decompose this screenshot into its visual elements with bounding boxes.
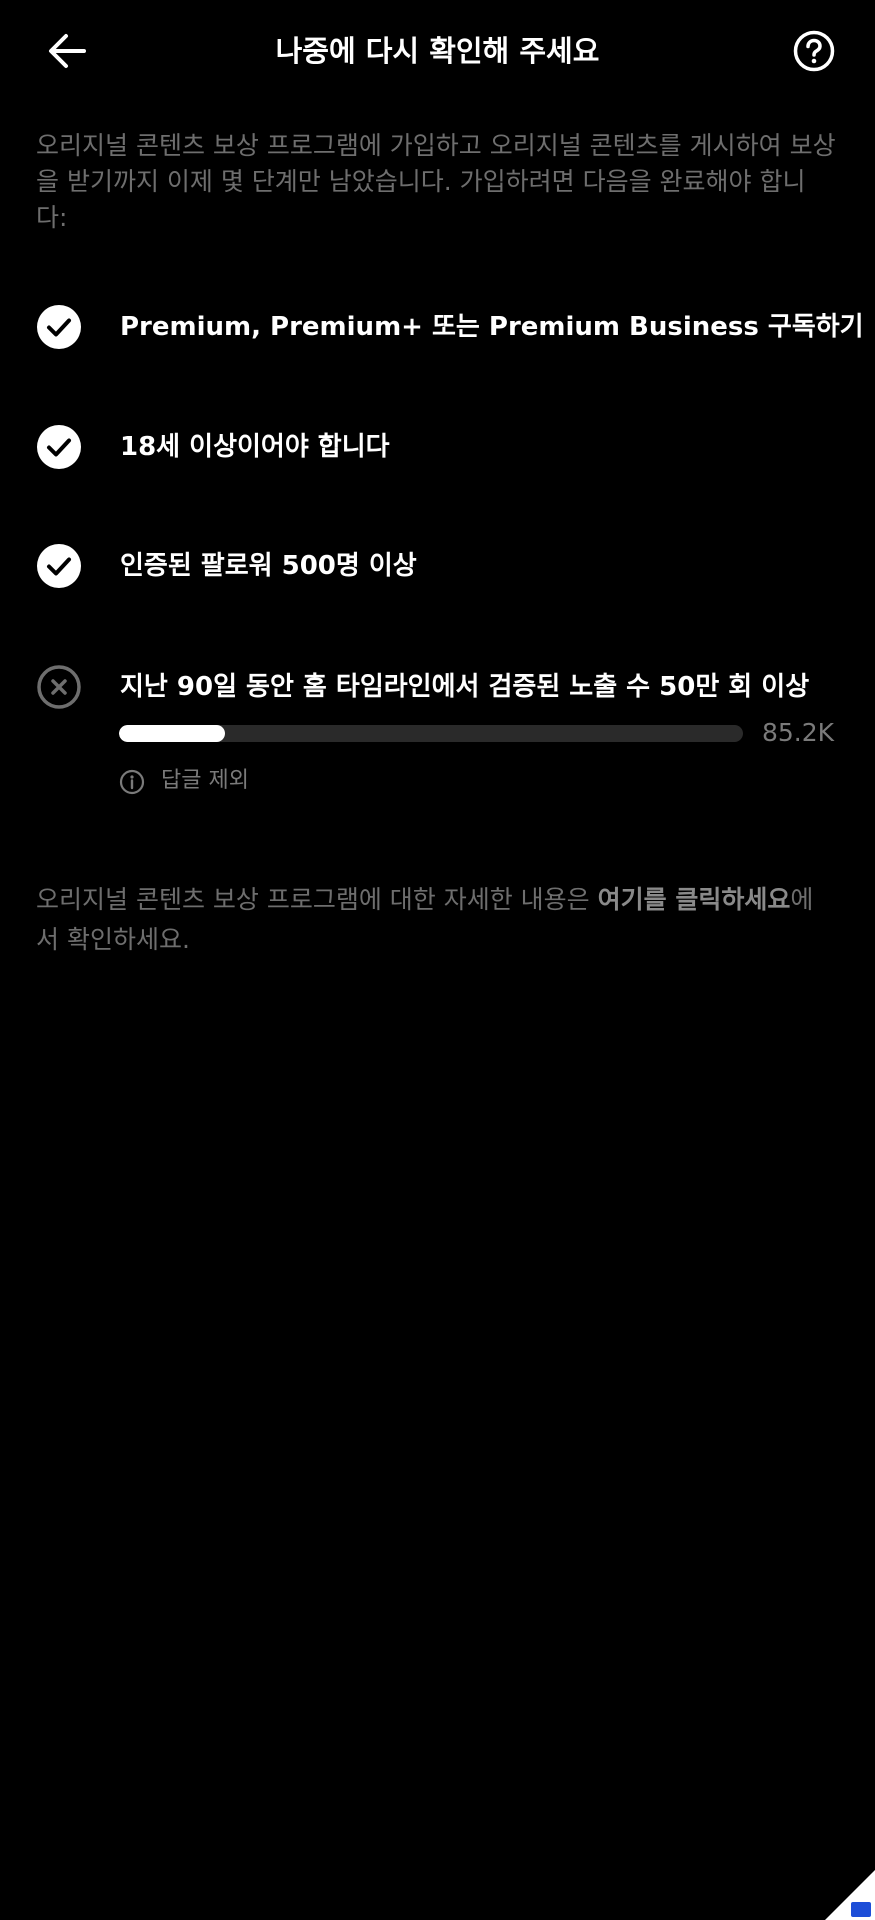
- intro-text: 오리지널 콘텐츠 보상 프로그램에 가입하고 오리지널 콘텐츠를 게시하여 보상…: [36, 131, 836, 232]
- progress-bar: [119, 725, 743, 742]
- info-icon: [119, 769, 145, 795]
- corner-badge: [825, 1870, 875, 1920]
- check-circle-icon: [37, 425, 81, 469]
- check-circle-icon: [37, 305, 81, 349]
- requirement-label: 18세 이상이어야 합니다: [120, 432, 390, 462]
- requirement-label: 지난 90일 동안 홈 타임라인에서 검증된 노출 수 50만 회 이상: [120, 672, 810, 702]
- requirement-label: Premium, Premium+ 또는 Premium Business 구독…: [120, 312, 864, 342]
- requirement-label: 인증된 팔로워 500명 이상: [120, 551, 417, 581]
- learn-more-link[interactable]: 여기를 클릭하세요: [598, 885, 791, 914]
- x-circle-icon: [37, 665, 81, 709]
- folder-icon: [851, 1902, 871, 1917]
- note-text: 답글 제외: [161, 768, 249, 793]
- question-circle-icon: [793, 30, 835, 72]
- page-title: 나중에 다시 확인해 주세요: [275, 34, 600, 68]
- progress-bar-fill: [119, 725, 226, 742]
- footer-prefix: 오리지널 콘텐츠 보상 프로그램에 대한 자세한 내용은: [36, 885, 598, 914]
- top-bar: 나중에 다시 확인해 주세요: [0, 0, 875, 104]
- footer-text: 오리지널 콘텐츠 보상 프로그램에 대한 자세한 내용은 여기를 클릭하세요에서…: [36, 880, 836, 960]
- check-circle-icon: [37, 544, 81, 588]
- help-button[interactable]: [793, 30, 835, 72]
- progress-value: 85.2K: [762, 718, 835, 747]
